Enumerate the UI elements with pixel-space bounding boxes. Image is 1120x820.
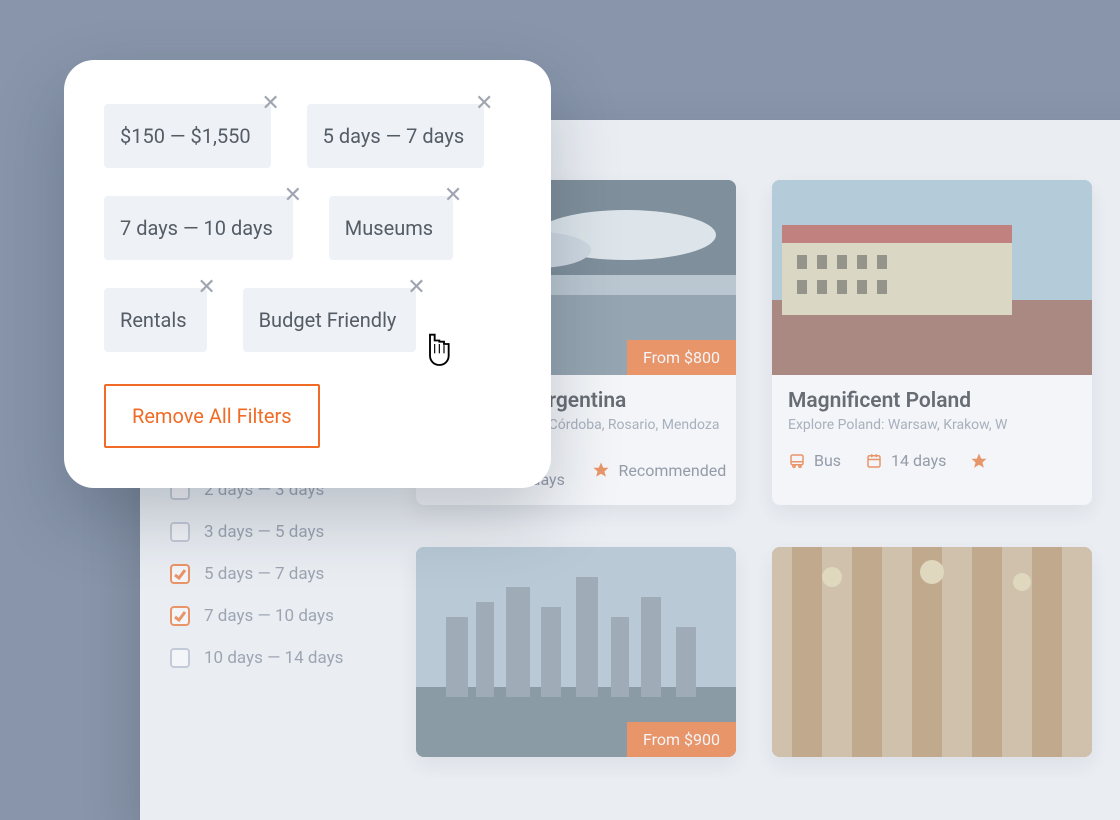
tour-image: From $900 xyxy=(416,547,736,757)
close-icon[interactable]: ✕ xyxy=(279,182,307,210)
tour-card[interactable] xyxy=(772,547,1092,757)
filter-chip-budget[interactable]: Budget Friendly ✕ xyxy=(243,288,417,352)
duration-option[interactable]: 3 days — 5 days xyxy=(170,522,380,542)
filter-chip-days-7-10[interactable]: 7 days — 10 days ✕ xyxy=(104,196,293,260)
duration-option[interactable]: 10 days — 14 days xyxy=(170,648,380,668)
tour-subtitle: Explore Poland: Warsaw, Krakow, W xyxy=(788,417,1076,433)
chip-label: $150 — $1,550 xyxy=(120,124,251,148)
filter-chip-rentals[interactable]: Rentals ✕ xyxy=(104,288,207,352)
close-icon[interactable]: ✕ xyxy=(402,274,430,302)
duration-label: 5 days — 7 days xyxy=(204,564,324,584)
days-label: 14 days xyxy=(891,451,946,470)
days-meta: 14 days xyxy=(865,451,946,470)
checkbox-icon[interactable] xyxy=(170,648,190,668)
close-icon[interactable]: ✕ xyxy=(470,90,498,118)
duration-option[interactable]: 7 days — 10 days xyxy=(170,606,380,626)
tour-image xyxy=(772,180,1092,375)
duration-label: 10 days — 14 days xyxy=(204,648,343,668)
chip-label: Budget Friendly xyxy=(259,308,397,332)
calendar-icon xyxy=(865,452,883,470)
tour-image xyxy=(772,547,1092,757)
chip-label: Museums xyxy=(345,216,433,240)
tour-card[interactable]: Magnificent Poland Explore Poland: Warsa… xyxy=(772,180,1092,505)
recommended-meta xyxy=(970,452,988,470)
tour-title: Magnificent Poland xyxy=(788,389,1076,413)
filter-chip-price[interactable]: $150 — $1,550 ✕ xyxy=(104,104,271,168)
tour-card[interactable]: From $900 xyxy=(416,547,736,757)
transport-label: Bus xyxy=(814,451,841,470)
price-badge: From $800 xyxy=(627,340,736,375)
chip-label: 5 days — 7 days xyxy=(323,124,465,148)
applied-filters: $150 — $1,550 ✕ 5 days — 7 days ✕ 7 days… xyxy=(104,104,511,352)
transport-meta: Bus xyxy=(788,451,841,470)
star-icon xyxy=(592,461,610,479)
bus-icon xyxy=(788,452,806,470)
close-icon[interactable]: ✕ xyxy=(257,90,285,118)
chip-label: 7 days — 10 days xyxy=(120,216,273,240)
filter-modal: $150 — $1,550 ✕ 5 days — 7 days ✕ 7 days… xyxy=(64,60,551,488)
remove-all-filters-button[interactable]: Remove All Filters xyxy=(104,384,320,448)
close-icon[interactable]: ✕ xyxy=(439,182,467,210)
checkbox-icon[interactable] xyxy=(170,522,190,542)
checkbox-checked-icon[interactable] xyxy=(170,606,190,626)
checkbox-checked-icon[interactable] xyxy=(170,564,190,584)
duration-label: 3 days — 5 days xyxy=(204,522,324,542)
star-icon xyxy=(970,452,988,470)
close-icon[interactable]: ✕ xyxy=(193,274,221,302)
duration-option[interactable]: 5 days — 7 days xyxy=(170,564,380,584)
recommended-meta: Recommended xyxy=(592,461,726,480)
duration-label: 7 days — 10 days xyxy=(204,606,334,626)
filter-chip-days-5-7[interactable]: 5 days — 7 days ✕ xyxy=(307,104,485,168)
filter-chip-museums[interactable]: Museums ✕ xyxy=(329,196,453,260)
price-badge: From $900 xyxy=(627,722,736,757)
chip-label: Rentals xyxy=(120,308,187,332)
recommended-label: Recommended xyxy=(618,461,726,480)
